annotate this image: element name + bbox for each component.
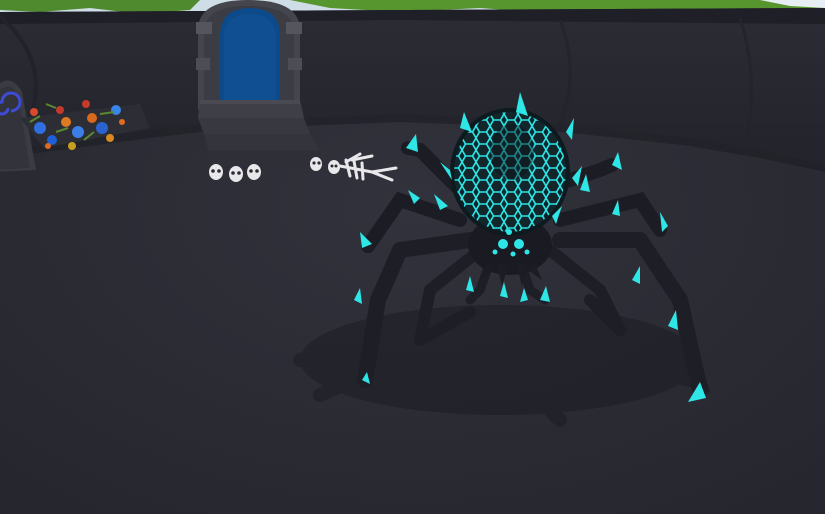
game-scene: [0, 0, 825, 514]
skull-icon: [310, 157, 322, 171]
stone-doorway[interactable]: [196, 0, 302, 110]
skull-icon: [247, 164, 261, 180]
game-viewport[interactable]: [0, 0, 825, 514]
skull-icon: [209, 164, 223, 180]
skull-icon: [229, 166, 243, 182]
